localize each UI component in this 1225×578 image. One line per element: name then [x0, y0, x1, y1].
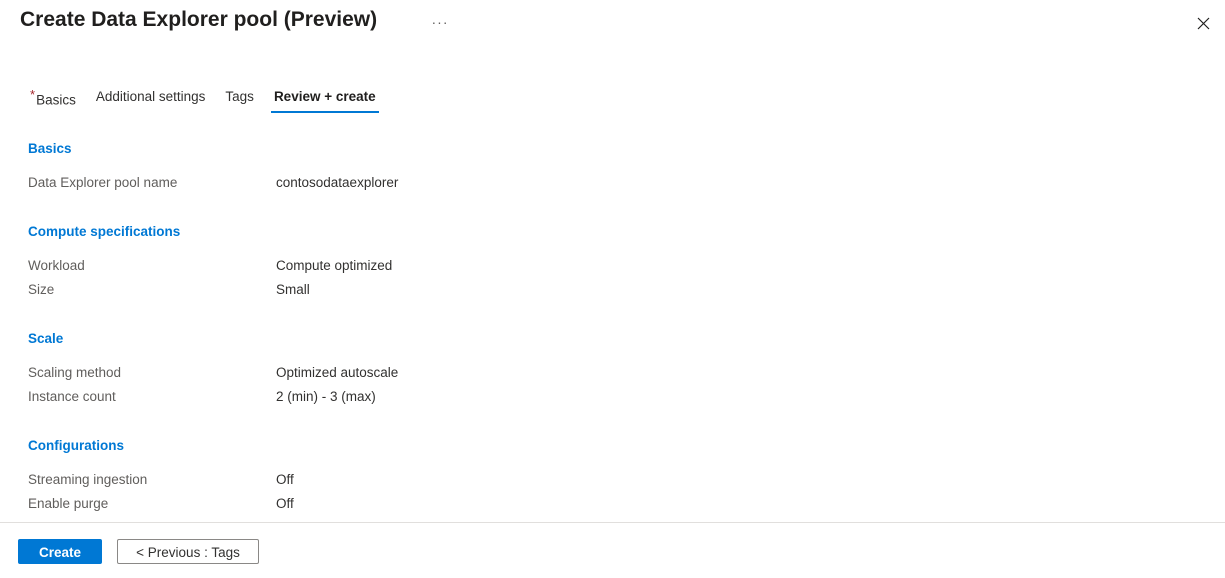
- tab-basics[interactable]: *Basics: [20, 88, 86, 119]
- summary-label: Instance count: [28, 389, 116, 404]
- summary-value: Off: [276, 496, 294, 511]
- tab-additional-settings[interactable]: Additional settings: [86, 88, 216, 115]
- summary-label: Enable purge: [28, 496, 109, 511]
- close-button[interactable]: [1187, 7, 1219, 39]
- summary-row: Enable purge Off: [28, 492, 1208, 516]
- page-title: Create Data Explorer pool (Preview): [20, 8, 378, 31]
- summary-label: Size: [28, 282, 55, 297]
- section-basics: Basics Data Explorer pool name contosoda…: [28, 140, 1208, 195]
- summary-label: Data Explorer pool name: [28, 175, 178, 190]
- more-options-icon[interactable]: ···: [430, 12, 450, 32]
- close-icon: [1197, 17, 1210, 30]
- tab-tags-label: Tags: [225, 89, 254, 104]
- tab-basics-label: Basics: [36, 92, 76, 108]
- section-configurations: Configurations Streaming ingestion Off E…: [28, 437, 1208, 516]
- summary-value: Compute optimized: [276, 258, 393, 273]
- summary-row: Size Small: [28, 278, 1208, 302]
- tab-review-create-label: Review + create: [273, 89, 376, 104]
- tab-review-create[interactable]: Review + create: [264, 88, 386, 115]
- summary-value: 2 (min) - 3 (max): [276, 389, 376, 404]
- tab-tags[interactable]: Tags: [215, 88, 264, 115]
- summary-value: contosodataexplorer: [276, 175, 399, 190]
- tab-additional-settings-label: Additional settings: [95, 89, 206, 104]
- summary-value: Small: [276, 282, 310, 297]
- section-heading-scale: Scale: [28, 331, 64, 346]
- wizard-tab-bar: *Basics Additional settings Tags Review …: [20, 88, 386, 118]
- wizard-footer: Create < Previous : Tags: [18, 539, 259, 564]
- section-compute-specifications: Compute specifications Workload Compute …: [28, 223, 1208, 302]
- summary-row: Workload Compute optimized: [28, 254, 1208, 278]
- summary-label: Scaling method: [28, 365, 122, 380]
- section-heading-configurations: Configurations: [28, 438, 124, 453]
- tab-basics-required-marker: *: [30, 87, 36, 102]
- previous-tags-button[interactable]: < Previous : Tags: [117, 539, 259, 564]
- summary-row: Scaling method Optimized autoscale: [28, 361, 1208, 385]
- summary-row: Data Explorer pool name contosodataexplo…: [28, 171, 1208, 195]
- summary-label: Workload: [28, 258, 85, 273]
- summary-row: Instance count 2 (min) - 3 (max): [28, 385, 1208, 409]
- summary-value: Off: [276, 472, 294, 487]
- blade-header: Create Data Explorer pool (Preview) ···: [0, 0, 1225, 46]
- create-button[interactable]: Create: [18, 539, 102, 564]
- summary-label: Streaming ingestion: [28, 472, 148, 487]
- summary-value: Optimized autoscale: [276, 365, 399, 380]
- summary-row: Streaming ingestion Off: [28, 468, 1208, 492]
- review-summary: Basics Data Explorer pool name contosoda…: [28, 140, 1208, 516]
- footer-divider: [0, 522, 1225, 523]
- section-scale: Scale Scaling method Optimized autoscale…: [28, 330, 1208, 409]
- section-heading-compute-specifications: Compute specifications: [28, 224, 181, 239]
- section-heading-basics: Basics: [28, 141, 72, 156]
